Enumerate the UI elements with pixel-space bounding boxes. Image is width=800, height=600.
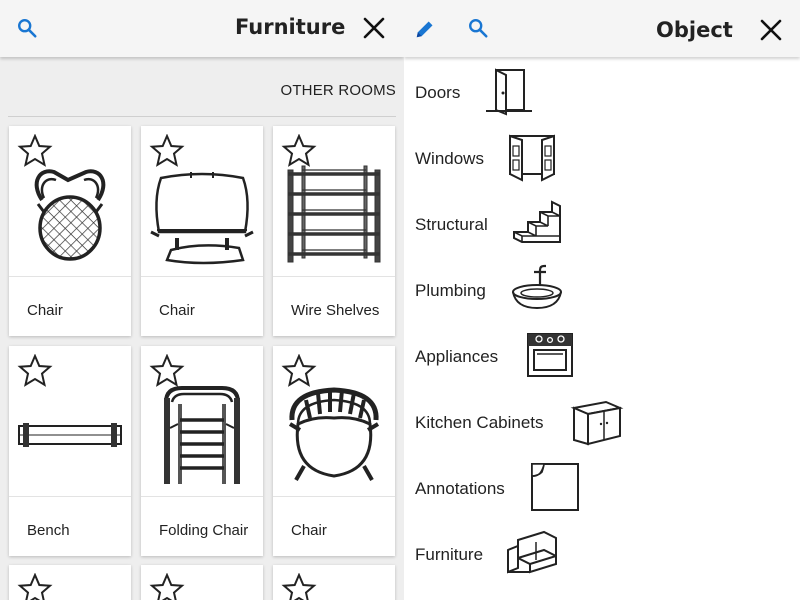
- category-label: Appliances: [415, 347, 499, 366]
- category-label: Windows: [415, 149, 484, 168]
- window-icon: [504, 132, 560, 187]
- furniture-item-label: Wire Shelves: [291, 301, 380, 319]
- furniture-item-card[interactable]: [9, 565, 131, 600]
- furniture-item-label: Chair: [27, 301, 63, 319]
- furniture-item-label: Bench: [27, 521, 70, 539]
- round-chair-icon: [9, 160, 131, 274]
- object-category-windows[interactable]: Windows: [404, 126, 800, 192]
- category-label: Furniture: [415, 545, 484, 564]
- stairs-icon: [510, 198, 562, 253]
- close-icon[interactable]: [759, 18, 783, 42]
- armchair-icon: [141, 160, 263, 274]
- star-icon[interactable]: [17, 572, 53, 600]
- bench-icon: [9, 380, 131, 494]
- door-icon: [482, 66, 536, 121]
- category-label: Structural: [415, 215, 488, 234]
- category-label: Kitchen Cabinets: [415, 413, 544, 432]
- card-divider: [141, 496, 263, 497]
- cabinet-icon: [570, 396, 624, 451]
- furniture-item-card[interactable]: Wire Shelves: [273, 126, 395, 336]
- furniture-item-label: Folding Chair: [159, 521, 249, 539]
- object-category-doors[interactable]: Doors: [404, 60, 800, 126]
- furniture-item-card[interactable]: Chair: [141, 126, 263, 336]
- card-divider: [141, 276, 263, 277]
- object-category-structural[interactable]: Structural: [404, 192, 800, 258]
- furniture-item-label: Chair: [291, 521, 327, 539]
- category-label: Annotations: [415, 479, 505, 498]
- sofa-icon: [504, 526, 560, 583]
- object-category-annotations[interactable]: Annotations: [404, 456, 800, 522]
- star-icon[interactable]: [149, 572, 185, 600]
- object-panel: Object Doors Windows Structural Plumbing…: [404, 0, 800, 600]
- card-divider: [9, 276, 131, 277]
- object-category-furniture[interactable]: Furniture: [404, 522, 800, 588]
- furniture-item-card[interactable]: Chair: [9, 126, 131, 336]
- category-label: Doors: [415, 83, 461, 102]
- divider: [8, 116, 396, 117]
- sticky-note-icon: [530, 462, 582, 517]
- furniture-item-card[interactable]: Chair: [273, 346, 395, 556]
- object-category-kitchen-cabinets[interactable]: Kitchen Cabinets: [404, 390, 800, 456]
- pencil-icon[interactable]: [414, 18, 436, 40]
- stove-icon: [524, 328, 578, 385]
- search-icon[interactable]: [16, 17, 38, 39]
- object-category-appliances[interactable]: Appliances: [404, 324, 800, 390]
- furniture-item-card[interactable]: [141, 565, 263, 600]
- furniture-item-card[interactable]: [273, 565, 395, 600]
- other-rooms-button[interactable]: OTHER ROOMS: [280, 82, 396, 99]
- object-category-more[interactable]: [404, 588, 800, 600]
- partial-icon: [522, 596, 552, 600]
- spindle-chair-icon: [273, 380, 395, 494]
- furniture-panel: Furniture OTHER ROOMS Chair Chair Wire S…: [0, 0, 404, 600]
- object-category-plumbing[interactable]: Plumbing: [404, 258, 800, 324]
- furniture-item-label: Chair: [159, 301, 195, 319]
- sink-icon: [510, 264, 564, 319]
- page-title: Object: [656, 18, 733, 42]
- close-icon[interactable]: [362, 16, 386, 40]
- page-title: Furniture: [235, 15, 346, 39]
- wire-shelves-icon: [273, 160, 395, 274]
- card-divider: [273, 276, 395, 277]
- object-topbar: Object: [404, 0, 800, 57]
- furniture-item-card[interactable]: Bench: [9, 346, 131, 556]
- furniture-topbar: Furniture: [0, 0, 404, 57]
- search-icon[interactable]: [467, 17, 489, 39]
- folding-chair-icon: [141, 380, 263, 494]
- card-divider: [9, 496, 131, 497]
- star-icon[interactable]: [281, 572, 317, 600]
- card-divider: [273, 496, 395, 497]
- category-label: Plumbing: [415, 281, 486, 300]
- furniture-item-card[interactable]: Folding Chair: [141, 346, 263, 556]
